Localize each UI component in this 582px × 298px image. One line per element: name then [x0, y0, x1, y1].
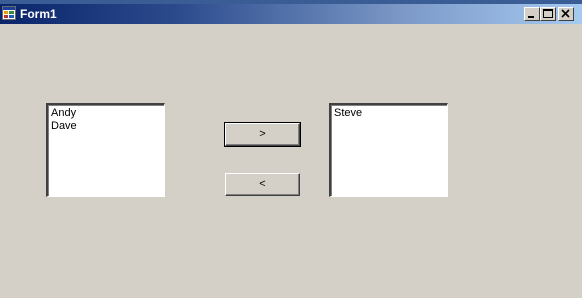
form-app-icon[interactable] — [2, 6, 16, 20]
move-left-button[interactable]: < — [225, 173, 300, 196]
right-listbox[interactable]: Steve — [329, 103, 448, 197]
minimize-button[interactable] — [524, 7, 540, 21]
list-item[interactable]: Andy — [51, 107, 76, 120]
move-right-button[interactable]: > — [224, 122, 301, 147]
window-title: Form1 — [20, 7, 57, 21]
list-item[interactable]: Dave — [51, 120, 77, 133]
left-listbox[interactable]: Andy Dave — [46, 103, 165, 197]
minimize-icon — [528, 16, 534, 18]
close-icon — [561, 9, 570, 18]
maximize-icon — [543, 9, 553, 18]
maximize-button[interactable] — [540, 7, 556, 21]
list-item[interactable]: Steve — [334, 107, 362, 120]
form-window: Form1 Andy Dave > < Steve — [0, 0, 582, 298]
close-button[interactable] — [558, 7, 574, 21]
title-bar[interactable]: Form1 — [0, 4, 582, 24]
